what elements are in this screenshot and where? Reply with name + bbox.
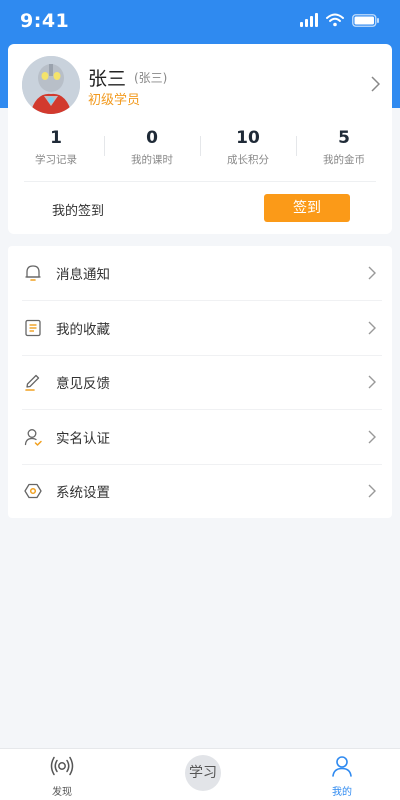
chevron-right-icon: [368, 484, 376, 498]
chevron-right-icon: [368, 321, 376, 335]
tab-bar: 发现 学习 我的: [0, 748, 400, 800]
user-name: 张三: [88, 68, 127, 90]
menu-item-notifications[interactable]: 消息通知: [8, 246, 392, 300]
stat-value: 5: [338, 128, 350, 148]
menu-item-label: 消息通知: [56, 267, 110, 284]
chevron-right-icon: [368, 430, 376, 444]
tab-study[interactable]: 学习: [185, 755, 221, 791]
chevron-right-icon: [368, 266, 376, 280]
menu-item-feedback[interactable]: 意见反馈: [22, 354, 382, 409]
broadcast-icon: [50, 756, 74, 776]
stat-label: 学习记录: [35, 154, 77, 166]
wifi-icon: [326, 13, 344, 27]
menu-item-label: 我的收藏: [56, 322, 110, 339]
hexagon-settings-icon: [22, 480, 44, 502]
stat-study-records[interactable]: 1 学习记录: [8, 124, 104, 174]
document-icon: [22, 317, 44, 339]
stat-my-coins[interactable]: 5 我的金币: [296, 124, 392, 174]
signal-icon: [300, 13, 318, 27]
bell-icon: [22, 262, 44, 284]
menu-item-label: 意见反馈: [56, 376, 110, 393]
tab-mine[interactable]: 我的: [312, 755, 372, 798]
user-level: 初级学员: [88, 93, 141, 108]
status-bar: 9:41: [0, 0, 400, 44]
checkin-label: 我的签到: [52, 204, 105, 219]
stat-growth-points[interactable]: 10 成长积分: [200, 124, 296, 174]
chevron-right-icon: [368, 375, 376, 389]
menu-item-label: 系统设置: [56, 485, 110, 502]
chevron-right-icon[interactable]: [371, 76, 380, 92]
stat-value: 10: [236, 128, 260, 148]
stat-label: 我的课时: [131, 154, 173, 166]
stat-label: 我的金币: [323, 154, 365, 166]
menu-item-verification[interactable]: 实名认证: [22, 409, 382, 463]
profile-card[interactable]: 张三 (张三) 初级学员 1 学习记录 0 我的课时 10 成长积分 5 我的金…: [8, 44, 392, 234]
tab-discover[interactable]: 发现: [32, 755, 92, 798]
user-sub-name: (张三): [134, 71, 168, 85]
user-check-icon: [22, 426, 44, 448]
pencil-icon: [22, 371, 44, 393]
menu-list: 消息通知 我的收藏 意见反馈 实名认证 系统设置: [8, 246, 392, 518]
stats-row: 1 学习记录 0 我的课时 10 成长积分 5 我的金币: [8, 124, 392, 174]
person-icon: [332, 756, 352, 777]
stat-my-lessons[interactable]: 0 我的课时: [104, 124, 200, 174]
status-icons: [300, 13, 380, 27]
menu-item-label: 实名认证: [56, 430, 110, 447]
battery-icon: [352, 13, 379, 27]
stat-value: 0: [146, 128, 158, 148]
tab-label: 我的: [332, 787, 352, 798]
checkin-button[interactable]: 签到: [264, 194, 350, 222]
divider: [24, 181, 376, 182]
stat-label: 成长积分: [227, 154, 269, 166]
menu-item-favorites[interactable]: 我的收藏: [22, 300, 382, 354]
tab-label: 发现: [52, 787, 72, 798]
status-time: 9:41: [20, 10, 70, 32]
stat-value: 1: [50, 128, 62, 148]
menu-item-settings[interactable]: 系统设置: [22, 463, 382, 518]
avatar[interactable]: [22, 56, 80, 114]
